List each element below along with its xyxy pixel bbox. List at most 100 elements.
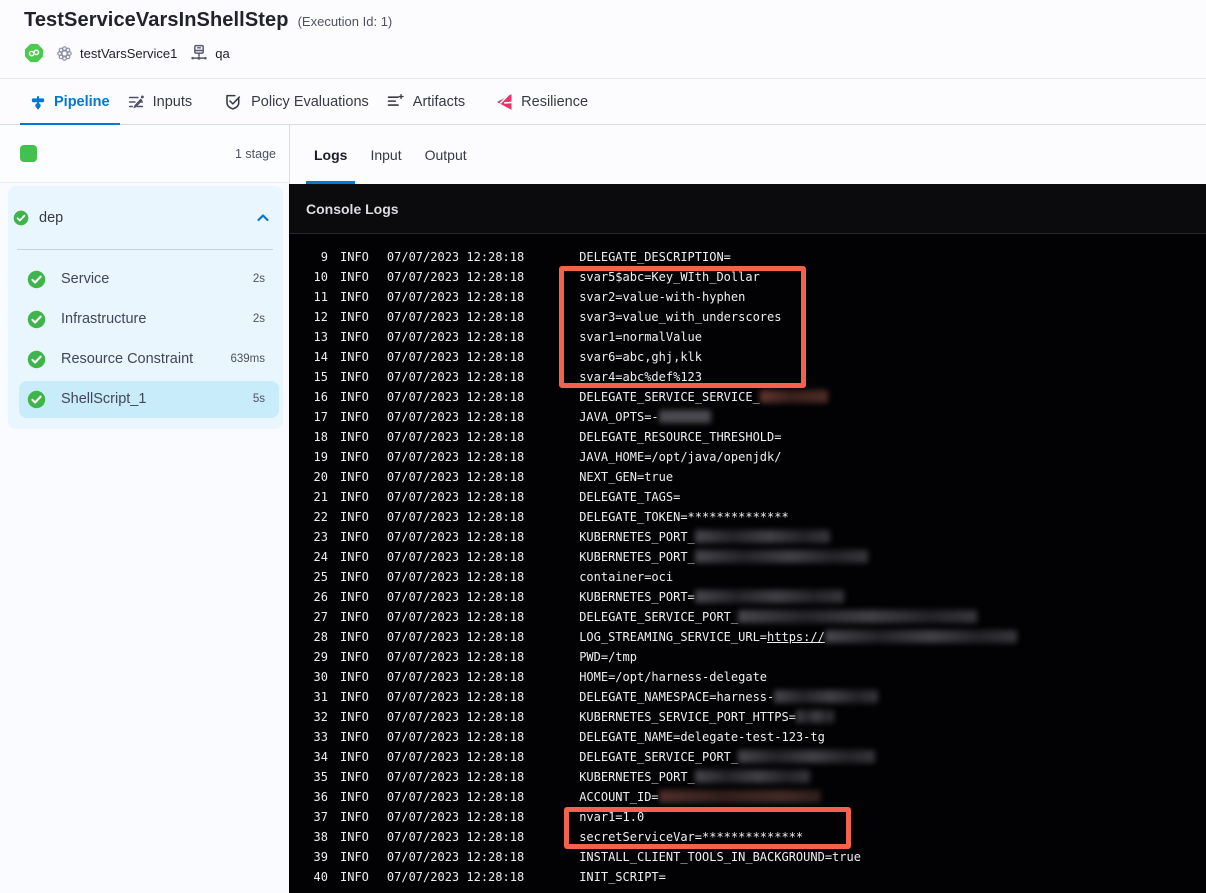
log-line-18: 18 INFO 07/07/2023 12:28:18 DELEGATE_RESOUR… — [289, 427, 1206, 447]
stage-row-dep[interactable]: dep — [8, 186, 283, 249]
log-line-number: 9 — [320, 250, 328, 264]
log-timestamp: 07/07/2023 12:28:18 — [386, 710, 525, 724]
log-timestamp: 07/07/2023 12:28:18 — [386, 730, 525, 744]
tab-resilience[interactable]: Resilience — [485, 79, 598, 124]
log-timestamp: 07/07/2023 12:28:18 — [386, 310, 525, 324]
log-timestamp: 07/07/2023 12:28:18 — [386, 370, 525, 384]
log-message: secretServiceVar=************** — [579, 830, 804, 844]
log-line-number: 23 — [313, 530, 328, 544]
log-level: INFO — [340, 470, 369, 484]
step-name: Infrastructure — [61, 311, 147, 327]
log-level: INFO — [340, 330, 369, 344]
log-line-34: 34 INFO 07/07/2023 12:28:18 DELEGATE_SERVIC… — [289, 747, 1206, 767]
log-level: INFO — [340, 350, 369, 364]
tab-label: Artifacts — [412, 93, 466, 110]
step-row-resource-constraint[interactable]: Resource Constraint 639ms — [8, 339, 283, 379]
log-line-16: 16 INFO 07/07/2023 12:28:18 DELEGATE_SERVIC… — [289, 387, 1206, 407]
log-timestamp: 07/07/2023 12:28:18 — [386, 330, 525, 344]
log-level: INFO — [340, 490, 369, 504]
log-timestamp: 07/07/2023 12:28:18 — [386, 290, 525, 304]
log-timestamp: 07/07/2023 12:28:18 — [386, 470, 525, 484]
log-timestamp: 07/07/2023 12:28:18 — [386, 390, 525, 404]
log-line-number: 12 — [313, 310, 328, 324]
log-line-39: 39 INFO 07/07/2023 12:28:18 INSTALL_CLIENT_… — [289, 847, 1206, 867]
log-line-29: 29 INFO 07/07/2023 12:28:18 PWD=/tmp — [289, 647, 1206, 667]
log-line-24: 24 INFO 07/07/2023 12:28:18 KUBERNETES_PORT… — [289, 547, 1206, 567]
environment-icon — [189, 43, 209, 63]
step-success-icon — [27, 310, 46, 329]
log-line-21: 21 INFO 07/07/2023 12:28:18 DELEGATE_TAGS= — [289, 487, 1206, 507]
log-line-number: 26 — [313, 590, 328, 604]
console-tab-input[interactable]: Input — [362, 125, 409, 184]
log-line-number: 36 — [313, 790, 328, 804]
console-log-area[interactable]: 9 INFO 07/07/2023 12:28:18 DELEGATE_DESCRIP… — [289, 234, 1206, 893]
log-level: INFO — [340, 310, 369, 324]
log-line-32: 32 INFO 07/07/2023 12:28:18 KUBERNETES_SERV… — [289, 707, 1206, 727]
environment-name[interactable]: qa — [215, 46, 229, 61]
log-line-number: 11 — [313, 290, 328, 304]
redacted-blur — [759, 390, 828, 403]
service-name[interactable]: testVarsService1 — [80, 46, 177, 61]
log-line-12: 12 INFO 07/07/2023 12:28:18 svar3=value_wit… — [289, 307, 1206, 327]
log-line-28: 28 INFO 07/07/2023 12:28:18 LOG_STREAMING_S… — [289, 627, 1206, 647]
log-line-number: 30 — [313, 670, 328, 684]
log-message: ACCOUNT_ID= — [579, 790, 821, 804]
console-tab-logs[interactable]: Logs — [306, 125, 356, 184]
log-message: PWD=/tmp — [579, 650, 637, 664]
log-level: INFO — [340, 750, 369, 764]
log-level: INFO — [340, 790, 369, 804]
step-row-service[interactable]: Service 2s — [8, 259, 283, 299]
log-line-number: 25 — [313, 570, 328, 584]
tab-label: Policy Evaluations — [251, 93, 369, 110]
log-line-number: 22 — [313, 510, 328, 524]
log-line-20: 20 INFO 07/07/2023 12:28:18 NEXT_GEN=true — [289, 467, 1206, 487]
redacted-blur — [738, 610, 978, 623]
log-line-number: 13 — [313, 330, 328, 344]
execution-sidebar: 1 stage dep Service 2s Infrastructure 2s Res… — [0, 125, 289, 893]
console-logs-title: Console Logs — [306, 200, 399, 217]
console-tab-output[interactable]: Output — [417, 125, 475, 184]
log-line-number: 39 — [313, 850, 328, 864]
log-message: DELEGATE_DESCRIPTION= — [579, 250, 731, 264]
tab-pipeline[interactable]: Pipeline — [20, 79, 120, 125]
execution-tab-bar: Pipeline Inputs Policy Evaluations Artifact… — [0, 79, 1206, 125]
tab-policy-evaluations[interactable]: Policy Evaluations — [214, 79, 379, 124]
policy-icon — [224, 92, 243, 111]
log-message: JAVA_OPTS=- — [579, 410, 711, 424]
log-link[interactable]: https:// — [767, 630, 825, 644]
log-level: INFO — [340, 290, 369, 304]
log-line-number: 15 — [313, 370, 328, 384]
tab-artifacts[interactable]: Artifacts — [376, 79, 475, 124]
chevron-up-icon[interactable] — [255, 210, 271, 226]
stage-card: dep Service 2s Infrastructure 2s Resource Co… — [8, 186, 283, 429]
log-level: INFO — [340, 390, 369, 404]
log-timestamp: 07/07/2023 12:28:18 — [386, 570, 525, 584]
step-name: ShellScript_1 — [61, 391, 147, 407]
log-line-15: 15 INFO 07/07/2023 12:28:18 svar4=abc%def%1… — [289, 367, 1206, 387]
step-duration: 639ms — [230, 353, 265, 365]
log-timestamp: 07/07/2023 12:28:18 — [386, 610, 525, 624]
log-level: INFO — [340, 650, 369, 664]
tab-label: Pipeline — [54, 93, 110, 110]
log-level: INFO — [340, 570, 369, 584]
log-message: DELEGATE_TOKEN=************** — [579, 510, 789, 524]
log-timestamp: 07/07/2023 12:28:18 — [386, 770, 525, 784]
stage-name: dep — [39, 209, 64, 226]
log-level: INFO — [340, 450, 369, 464]
step-row-infrastructure[interactable]: Infrastructure 2s — [8, 299, 283, 339]
step-row-shellscript-1[interactable]: ShellScript_1 5s — [19, 380, 279, 418]
log-line-13: 13 INFO 07/07/2023 12:28:18 svar1=normalVal… — [289, 327, 1206, 347]
log-timestamp: 07/07/2023 12:28:18 — [386, 350, 525, 364]
resilience-icon — [495, 93, 513, 111]
log-timestamp: 07/07/2023 12:28:18 — [386, 490, 525, 504]
log-level: INFO — [340, 550, 369, 564]
log-line-40: 40 INFO 07/07/2023 12:28:18 INIT_SCRIPT= — [289, 867, 1206, 887]
step-success-icon — [27, 390, 46, 409]
log-timestamp: 07/07/2023 12:28:18 — [386, 870, 525, 884]
tab-inputs[interactable]: Inputs — [117, 79, 203, 124]
log-timestamp: 07/07/2023 12:28:18 — [386, 530, 525, 544]
log-message: DELEGATE_SERVICE_SERVICE_ — [579, 390, 828, 404]
log-message: nvar1=1.0 — [579, 810, 645, 824]
log-level: INFO — [340, 250, 369, 264]
console-logs-header: Console Logs — [289, 184, 1206, 234]
